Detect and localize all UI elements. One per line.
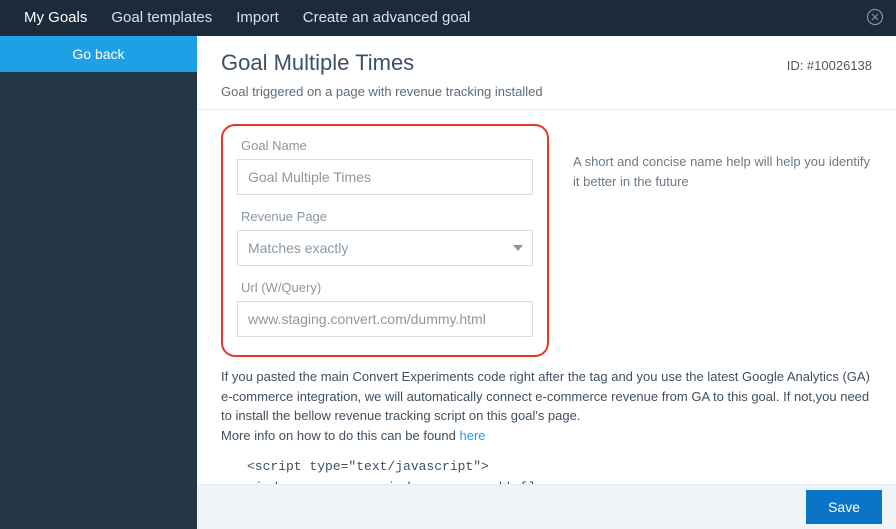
- save-button[interactable]: Save: [806, 490, 882, 524]
- nav-my-goals[interactable]: My Goals: [12, 0, 99, 36]
- more-info-link[interactable]: here: [460, 428, 486, 443]
- revenue-info-text: If you pasted the main Convert Experimen…: [221, 369, 870, 443]
- revenue-page-value: Matches exactly: [248, 240, 348, 256]
- close-icon[interactable]: [866, 8, 884, 26]
- revenue-page-label: Revenue Page: [237, 209, 533, 224]
- revenue-info-paragraph: If you pasted the main Convert Experimen…: [221, 367, 872, 445]
- top-nav: My Goals Goal templates Import Create an…: [0, 0, 896, 36]
- go-back-button[interactable]: Go back: [0, 36, 197, 72]
- page-header: Goal Multiple Times ID: #10026138 Goal t…: [197, 36, 896, 110]
- nav-goal-templates[interactable]: Goal templates: [99, 0, 224, 36]
- nav-import[interactable]: Import: [224, 0, 291, 36]
- goal-name-help: A short and concise name help will help …: [573, 124, 872, 191]
- footer-bar: Save: [197, 484, 896, 529]
- content-scroll[interactable]: Goal Name Revenue Page Matches exactly: [197, 110, 896, 484]
- page-subtitle: Goal triggered on a page with revenue tr…: [221, 84, 872, 99]
- page-title: Goal Multiple Times: [221, 50, 414, 76]
- revenue-page-select[interactable]: Matches exactly: [237, 230, 533, 266]
- goal-form-highlight: Goal Name Revenue Page Matches exactly: [221, 124, 549, 357]
- chevron-down-icon: [513, 243, 523, 253]
- nav-create-advanced[interactable]: Create an advanced goal: [291, 0, 483, 36]
- goal-id-label: ID: #10026138: [787, 58, 872, 73]
- goal-name-label: Goal Name: [237, 138, 533, 153]
- goal-name-input[interactable]: [237, 159, 533, 195]
- sidebar: Go back: [0, 36, 197, 529]
- url-label: Url (W/Query): [237, 280, 533, 295]
- url-input[interactable]: [237, 301, 533, 337]
- code-snippet: <script type="text/javascript"> window._…: [247, 457, 872, 484]
